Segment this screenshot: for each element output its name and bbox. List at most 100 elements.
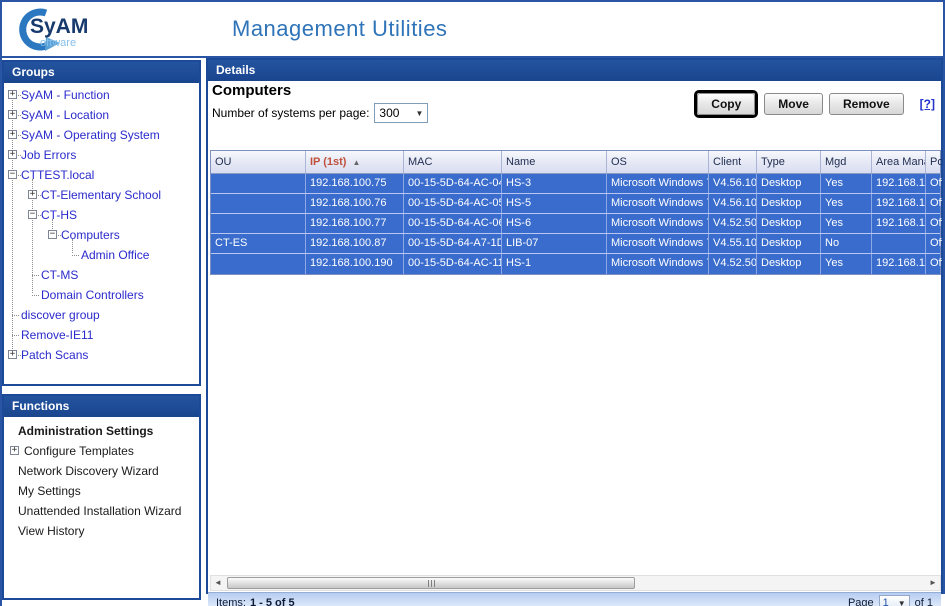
cell-mgd: Yes xyxy=(821,174,872,193)
column-header-label: Mgd xyxy=(825,156,846,168)
tree-item-label[interactable]: Job Errors xyxy=(21,148,76,162)
groups-panel: Groups +SyAM - Function+SyAM - Location+… xyxy=(2,60,201,386)
column-header-pow[interactable]: Pow xyxy=(926,151,942,173)
expand-plus-icon[interactable]: + xyxy=(10,446,19,455)
table-row[interactable]: 192.168.100.7700-15-5D-64-AC-06HS-6Micro… xyxy=(211,214,940,234)
tree-item-label[interactable]: Patch Scans xyxy=(21,348,88,362)
horizontal-scrollbar[interactable]: ◄ ► xyxy=(210,575,941,591)
column-header-ip-1st[interactable]: IP (1st)▲ xyxy=(306,151,404,173)
tree-item-syam-location[interactable]: + SyAM - Location xyxy=(4,105,199,125)
collapse-minus-icon[interactable]: − xyxy=(8,170,17,179)
tree-connector-line xyxy=(72,255,79,256)
function-item-configure-templates[interactable]: + Configure Templates xyxy=(4,441,199,461)
cell-os: Microsoft Windows 7 P xyxy=(607,194,709,213)
move-button[interactable]: Move xyxy=(764,93,823,115)
help-link[interactable]: [?] xyxy=(920,97,935,111)
tree-item-discover-group[interactable]: discover group xyxy=(4,305,199,325)
logo-subtext: oftware xyxy=(40,37,76,49)
tree-item-ct-elementary-school[interactable]: + CT-Elementary School xyxy=(4,185,199,205)
tree-item-remove-ie11[interactable]: Remove-IE11 xyxy=(4,325,199,345)
tree-item-cttest-local[interactable]: −CTTEST.local xyxy=(4,165,199,185)
table-header-row: OUIP (1st)▲MACNameOSClientType Mgd Area Ma… xyxy=(211,151,940,174)
tree-item-label[interactable]: Admin Office xyxy=(81,248,149,262)
action-bar: Copy Move Remove [?] xyxy=(694,89,935,119)
function-item-label[interactable]: My Settings xyxy=(18,484,81,498)
table-row[interactable]: 192.168.100.19000-15-5D-64-AC-11HS-1Micr… xyxy=(211,254,940,274)
tree-item-label[interactable]: SyAM - Operating System xyxy=(21,128,160,142)
table-row[interactable]: 192.168.100.7500-15-5D-64-AC-04HS-3Micro… xyxy=(211,174,940,194)
details-panel-title: Details xyxy=(208,60,941,81)
remove-button[interactable]: Remove xyxy=(829,93,904,115)
column-header-type[interactable]: Type xyxy=(757,151,821,173)
cell-mac: 00-15-5D-64-A7-1D xyxy=(404,234,502,253)
function-item-my-settings[interactable]: My Settings xyxy=(4,481,199,501)
column-header-label: Area Manag xyxy=(876,156,926,168)
chevron-down-icon: ▼ xyxy=(415,109,423,118)
collapse-minus-icon[interactable]: − xyxy=(28,210,37,219)
tree-item-label[interactable]: CTTEST.local xyxy=(21,168,94,182)
function-item-label[interactable]: Network Discovery Wizard xyxy=(18,464,159,478)
cell-area-manag: 192.168.10 xyxy=(872,174,926,193)
expand-plus-icon[interactable]: + xyxy=(8,150,17,159)
copy-button[interactable]: Copy xyxy=(697,93,755,115)
expand-plus-icon[interactable]: + xyxy=(28,190,37,199)
cell-ou xyxy=(211,174,306,193)
tree-item-label[interactable]: Remove-IE11 xyxy=(21,328,93,342)
tree-item-syam-function[interactable]: + SyAM - Function xyxy=(4,85,199,105)
table-row[interactable]: 192.168.100.7600-15-5D-64-AC-05HS-5Micro… xyxy=(211,194,940,214)
column-header-area-manag[interactable]: Area Manag xyxy=(872,151,926,173)
column-header-mac[interactable]: MAC xyxy=(404,151,502,173)
function-item-label[interactable]: Configure Templates xyxy=(24,444,134,458)
items-label: Items: xyxy=(216,597,246,606)
tree-item-label[interactable]: CT-HS xyxy=(41,208,77,222)
logo-text: SyAM xyxy=(30,15,88,38)
function-item-administration-settings[interactable]: Administration Settings xyxy=(4,421,199,441)
expand-plus-icon[interactable]: + xyxy=(8,130,17,139)
cell-pow: Off xyxy=(926,214,942,233)
collapse-minus-icon[interactable]: − xyxy=(48,230,57,239)
column-header-mgd[interactable]: Mgd xyxy=(821,151,872,173)
function-item-label[interactable]: View History xyxy=(18,524,84,538)
column-header-name[interactable]: Name xyxy=(502,151,607,173)
column-header-os[interactable]: OS xyxy=(607,151,709,173)
status-bar: Items:1 - 5 of 5 Page 1 ▼ of 1 xyxy=(208,592,941,606)
page-title: Management Utilities xyxy=(232,16,447,42)
function-item-view-history[interactable]: View History xyxy=(4,521,199,541)
per-page-select[interactable]: 300 ▼ xyxy=(374,103,428,123)
pager: Page 1 ▼ of 1 xyxy=(848,595,933,606)
table-row[interactable]: CT-ES192.168.100.8700-15-5D-64-A7-1DLIB-… xyxy=(211,234,940,254)
tree-item-domain-controllers[interactable]: Domain Controllers xyxy=(4,285,199,305)
tree-item-admin-office[interactable]: Admin Office xyxy=(4,245,199,265)
expand-plus-icon[interactable]: + xyxy=(8,90,17,99)
column-header-label: Pow xyxy=(930,156,942,168)
tree-item-label[interactable]: discover group xyxy=(21,308,100,322)
tree-item-syam-operating-system[interactable]: + SyAM - Operating System xyxy=(4,125,199,145)
function-item-unattended-installation-wizard[interactable]: Unattended Installation Wizard xyxy=(4,501,199,521)
cell-type: Desktop xyxy=(757,234,821,253)
items-count: Items:1 - 5 of 5 xyxy=(216,597,295,606)
tree-item-job-errors[interactable]: + Job Errors xyxy=(4,145,199,165)
tree-item-ct-hs[interactable]: −CT-HS xyxy=(4,205,199,225)
tree-item-ct-ms[interactable]: CT-MS xyxy=(4,265,199,285)
tree-item-label[interactable]: Computers xyxy=(61,228,120,242)
column-header-ou[interactable]: OU xyxy=(211,151,306,173)
scroll-left-icon[interactable]: ◄ xyxy=(211,576,225,590)
column-header-client[interactable]: Client xyxy=(709,151,757,173)
function-item-label[interactable]: Unattended Installation Wizard xyxy=(18,504,181,518)
scroll-right-icon[interactable]: ► xyxy=(926,576,940,590)
expand-plus-icon[interactable]: + xyxy=(8,110,17,119)
tree-item-computers[interactable]: −Computers xyxy=(4,225,199,245)
tree-item-label[interactable]: CT-MS xyxy=(41,268,78,282)
function-item-network-discovery-wizard[interactable]: Network Discovery Wizard xyxy=(4,461,199,481)
expand-plus-icon[interactable]: + xyxy=(8,350,17,359)
scrollbar-thumb[interactable] xyxy=(227,577,635,589)
tree-item-label[interactable]: CT-Elementary School xyxy=(41,188,161,202)
tree-item-label[interactable]: Domain Controllers xyxy=(41,288,144,302)
function-item-label[interactable]: Administration Settings xyxy=(18,424,153,438)
tree-item-label[interactable]: SyAM - Location xyxy=(21,108,109,122)
app-header: SyAM oftware Management Utilities xyxy=(2,2,943,56)
tree-item-label[interactable]: SyAM - Function xyxy=(21,88,110,102)
cell-pow: Off xyxy=(926,194,942,213)
page-select[interactable]: 1 ▼ xyxy=(879,595,910,606)
tree-item-patch-scans[interactable]: + Patch Scans xyxy=(4,345,199,365)
